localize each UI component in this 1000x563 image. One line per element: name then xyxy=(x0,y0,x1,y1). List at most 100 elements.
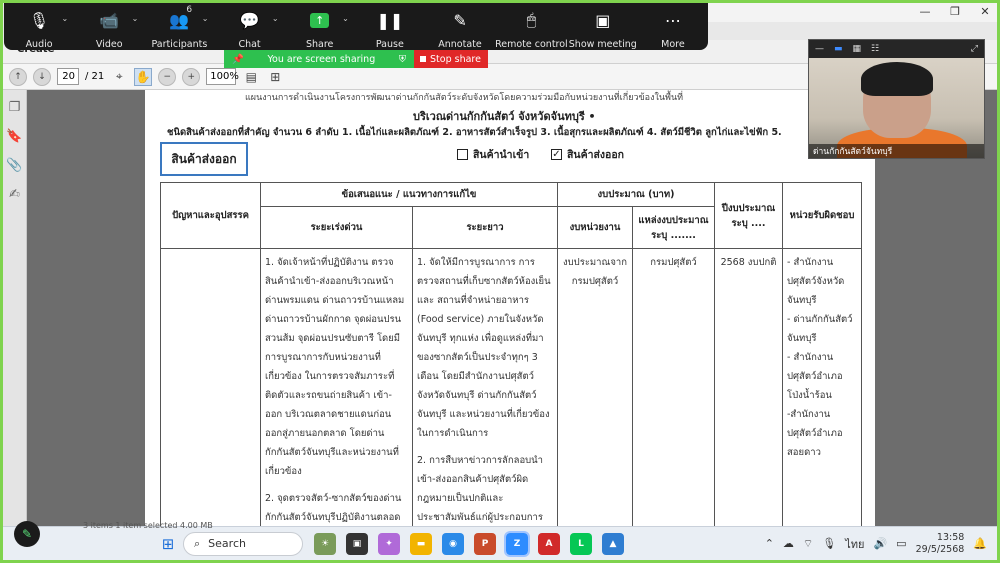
owner-item: -สำนักงานปศุสัตว์อำเภอสอยดาว xyxy=(787,409,843,458)
problem-cell xyxy=(160,248,261,526)
previous-page-icon[interactable]: ↑ xyxy=(9,67,27,86)
import-checkbox xyxy=(457,149,468,160)
participants-button[interactable]: 👥 Participants ⌄ 6 xyxy=(144,0,214,50)
video-thumbnail[interactable]: — ▬ ▦ ☷ ⤢ ด่านกักกันสัตว์จันทบุรี xyxy=(808,39,985,159)
zoom-icon[interactable]: Z xyxy=(504,530,530,557)
microphone-icon: 🎙 xyxy=(28,10,50,30)
chevron-down-icon[interactable]: ⌄ xyxy=(272,14,279,23)
share-screen-icon: ↑ xyxy=(310,9,330,31)
screen-sharing-banner: 📌 You are screen sharing ⛨ Stop share xyxy=(224,50,488,68)
speaker-view-icon[interactable]: ▬ xyxy=(834,44,843,54)
bookmarks-icon[interactable]: 🔖 xyxy=(6,129,22,144)
minimize-video-icon[interactable]: — xyxy=(815,44,824,54)
task-view-icon[interactable]: ▣ xyxy=(346,532,368,555)
chevron-down-icon[interactable]: ⌄ xyxy=(61,14,68,23)
language-indicator[interactable]: ไทย xyxy=(845,535,864,553)
zoom-meeting-toolbar: 🎙 Audio ⌄ 📹 Video ⌄ 👥 Participants ⌄ 6 💬 Chat ⌄ ↑ Shar… xyxy=(4,0,708,50)
clock[interactable]: 13:58 29/5/2568 xyxy=(916,532,965,556)
sharing-indicator: 📌 You are screen sharing ⛨ xyxy=(224,50,414,68)
fit-page-icon[interactable]: ▤ xyxy=(242,68,260,86)
chevron-down-icon[interactable]: ⌄ xyxy=(202,14,209,23)
zoom-out-icon[interactable]: − xyxy=(158,67,177,86)
pages-panel-icon[interactable]: ❐ xyxy=(9,100,21,115)
owner-cell: - สำนักงานปศุสัตว์จังหวัดจันทบุรี - ด่าน… xyxy=(782,248,862,526)
toolbar-label: Show meeting xyxy=(568,39,637,50)
minimize-button[interactable]: — xyxy=(910,0,940,22)
wifi-icon[interactable]: ⌔ xyxy=(803,537,813,551)
microphone-tray-icon[interactable]: 🎙 xyxy=(822,537,836,550)
year-cell: 2568 งบปกติ xyxy=(714,248,783,526)
video-feed: ด่านกักกันสัตว์จันทบุรี xyxy=(809,58,984,158)
signatures-icon[interactable]: ✍ xyxy=(9,187,20,202)
owner-item: - ด่านกักกันสัตว์จันทบุรี xyxy=(787,314,853,344)
video-camera-icon: 📹 xyxy=(99,10,120,30)
notifications-icon[interactable]: 🔔 xyxy=(973,537,987,550)
cloud-icon[interactable]: ☁ xyxy=(783,537,794,550)
more-button[interactable]: ⋯ More xyxy=(638,0,708,51)
select-tool-icon[interactable]: ⌖ xyxy=(110,68,128,86)
owner-item: - สำนักงานปศุสัตว์อำเภอโป่งน้ำร้อน xyxy=(787,352,843,401)
battery-icon[interactable]: ▭ xyxy=(896,537,906,550)
chrome-icon[interactable]: ◉ xyxy=(442,532,464,555)
taskbar-search[interactable]: ⌕ Search xyxy=(183,531,303,556)
import-checkbox-row: สินค้านำเข้า xyxy=(457,146,529,163)
acrobat-icon[interactable]: A xyxy=(538,532,560,555)
chat-button[interactable]: 💬 Chat ⌄ xyxy=(214,0,284,51)
video-button[interactable]: 📹 Video ⌄ xyxy=(74,0,144,51)
zoom-level-input[interactable]: 100% xyxy=(206,68,239,85)
system-tray: ⌃ ☁ ⌔ 🎙 ไทย 🔊 ▭ 13:58 29/5/2568 🔔 xyxy=(765,532,997,556)
long-term-item-2: 2. การสืบหาข่าวการลักลอบนำเข้า-ส่งออกสิน… xyxy=(417,455,544,523)
pinned-apps: ▬ ◉ P Z A L ▲ xyxy=(405,530,629,557)
chevron-down-icon[interactable]: ⌄ xyxy=(342,14,349,23)
page-number-input[interactable]: 20 xyxy=(57,68,79,85)
start-button[interactable]: ⊞ xyxy=(153,529,183,559)
header-suggestion: ข้อเสนอแนะ / แนวทางการแก้ไข xyxy=(260,182,558,207)
stop-share-button[interactable]: Stop share xyxy=(414,50,488,68)
widgets-icon[interactable]: ☀ xyxy=(314,532,336,555)
toolbar-label: Annotate xyxy=(438,39,482,50)
acrobat-left-panel: ❐ 🔖 📎 ✍ xyxy=(3,90,27,526)
chevron-up-icon[interactable]: ⌃ xyxy=(765,537,774,550)
hand-tool-icon[interactable]: ✋ xyxy=(134,67,153,86)
pause-button[interactable]: ❚❚ Pause xyxy=(355,0,425,51)
gallery-view-icon[interactable]: ▦ xyxy=(853,44,862,54)
grid-view-icon[interactable]: ☷ xyxy=(871,44,879,54)
annotate-pen-button[interactable]: ✎ xyxy=(14,521,40,547)
export-title-box: สินค้าส่งออก xyxy=(160,142,248,176)
urgent-item-1: 1. จัดเจ้าหน้าที่ปฏิบัติงาน ตรวจสินค้านำ… xyxy=(265,257,405,477)
zoom-in-icon[interactable]: + xyxy=(182,67,201,86)
speaker-icon[interactable]: 🔊 xyxy=(873,537,887,550)
participant-count: 6 xyxy=(186,5,193,15)
close-button[interactable]: ✕ xyxy=(970,0,1000,22)
search-icon: ⌕ xyxy=(194,536,201,550)
photos-icon[interactable]: ▲ xyxy=(602,532,624,555)
remote-control-button[interactable]: 🖱 Remote control xyxy=(495,0,568,50)
toolbar-label: Chat xyxy=(238,39,261,50)
table-row: 1. จัดเจ้าหน้าที่ปฏิบัติงาน ตรวจสินค้านำ… xyxy=(160,248,862,526)
expand-video-icon[interactable]: ⤢ xyxy=(971,44,978,54)
header-budget-source: แหล่งงบประมาณ ระบุ ....... xyxy=(632,206,715,249)
export-checkbox-row: ✓ สินค้าส่งออก xyxy=(551,146,624,163)
attachments-icon[interactable]: 📎 xyxy=(6,158,22,173)
next-page-icon[interactable]: ↓ xyxy=(33,67,51,86)
file-explorer-icon[interactable]: ▬ xyxy=(410,532,432,555)
share-arrow-icon: ↑ xyxy=(310,12,330,28)
export-checkbox-label: สินค้าส่งออก xyxy=(567,149,625,161)
chevron-down-icon[interactable]: ⌄ xyxy=(132,14,139,23)
audio-button[interactable]: 🎙 Audio ⌄ xyxy=(4,0,74,51)
restore-button[interactable]: ❐ xyxy=(940,0,970,22)
powerpoint-icon[interactable]: P xyxy=(474,532,496,555)
share-button[interactable]: ↑ Share ⌄ xyxy=(285,0,355,50)
line-icon[interactable]: L xyxy=(570,532,592,555)
header-long-term: ระยะยาว xyxy=(412,206,558,249)
long-term-cell: 1. จัดให้มีการบูรณาการ การตรวจสถานที่เก็… xyxy=(412,248,558,526)
fit-width-icon[interactable]: ⊞ xyxy=(266,68,284,86)
show-meeting-button[interactable]: ▣ Show meeting xyxy=(568,0,638,51)
clock-date: 29/5/2568 xyxy=(915,543,965,555)
annotate-button[interactable]: ✎ Annotate xyxy=(425,0,495,51)
shield-icon: ⛨ xyxy=(398,53,406,65)
search-placeholder: Search xyxy=(208,537,246,550)
toolbar-label: Participants xyxy=(151,39,208,50)
stop-share-label: Stop share xyxy=(430,53,481,65)
copilot-icon[interactable]: ✦ xyxy=(378,532,400,555)
